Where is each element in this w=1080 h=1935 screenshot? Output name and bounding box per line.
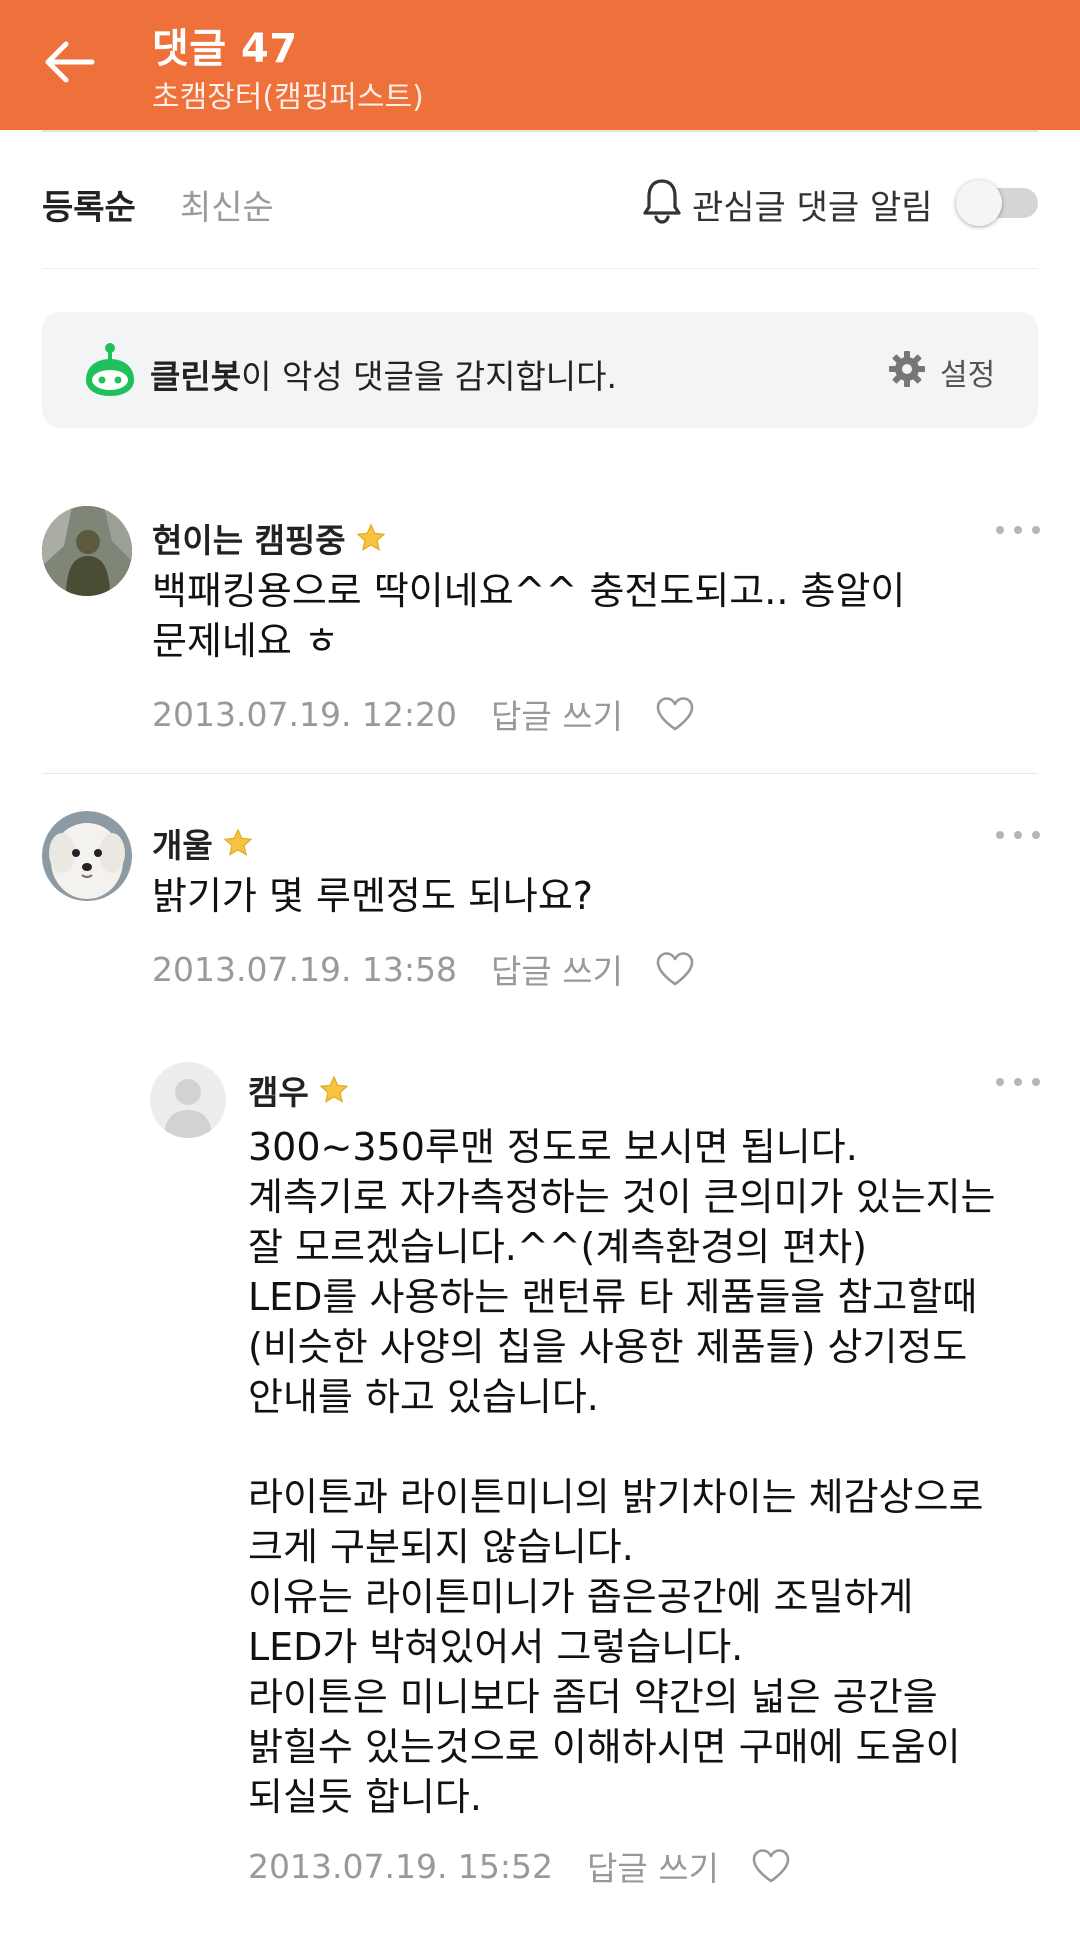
- avatar-dog-photo-icon: [42, 811, 132, 901]
- back-button[interactable]: [38, 30, 102, 94]
- avatar[interactable]: [150, 1062, 226, 1138]
- comment-author[interactable]: 캠우: [248, 1066, 349, 1114]
- gear-icon[interactable]: [888, 350, 926, 388]
- comment-meta: 2013.07.19. 12:20 답글 쓰기: [152, 690, 695, 738]
- comment-text: 백패킹용으로 딱이네요^^ 충전도되고.. 총알이 문제네요 ㅎ: [152, 569, 906, 663]
- sort-option-latest[interactable]: 최신순: [180, 180, 274, 229]
- star-icon: [356, 523, 386, 551]
- heart-icon[interactable]: [655, 696, 695, 732]
- comment-divider: [42, 773, 1038, 774]
- comment-item: 현이는 캠핑중 백패킹용으로 딱이네요^^ 충전도되고.. 총알이 문제네요 ㅎ…: [0, 500, 1080, 772]
- avatar-photo-icon: [42, 506, 132, 596]
- page-title: 댓글 47: [152, 26, 298, 72]
- more-options-icon[interactable]: [996, 1076, 1040, 1088]
- comment-alarm-toggle[interactable]: [956, 178, 1040, 226]
- author-name: 개울: [152, 826, 213, 865]
- cleanbot-settings-button[interactable]: 설정: [940, 350, 995, 394]
- cleanbot-name: 클린봇: [150, 357, 242, 396]
- comment-alarm-label: 관심글 댓글 알림: [692, 188, 933, 228]
- toggle-knob: [956, 180, 1002, 226]
- comment-text: 300~350루맨 정도로 보시면 됩니다. 계측기로 자가측정하는 것이 큰의…: [248, 1125, 996, 1819]
- star-icon: [223, 828, 253, 856]
- reply-button[interactable]: 답글 쓰기: [491, 690, 623, 738]
- heart-icon[interactable]: [655, 951, 695, 987]
- comment-author[interactable]: 개울: [152, 819, 253, 867]
- back-arrow-icon: [45, 41, 95, 83]
- avatar[interactable]: [42, 506, 132, 596]
- author-name: 현이는 캠핑중: [152, 521, 346, 560]
- comment-date: 2013.07.19. 15:52: [248, 1846, 554, 1886]
- comment-meta: 2013.07.19. 13:58 답글 쓰기: [152, 945, 695, 993]
- comment-date: 2013.07.19. 12:20: [152, 694, 458, 734]
- reply-comment-item: 캠우 300~350루맨 정도로 보시면 됩니다. 계측기로 자가측정하는 것이…: [0, 1058, 1080, 1928]
- reply-button[interactable]: 답글 쓰기: [587, 1842, 719, 1890]
- comment-text: 밝기가 몇 루멘정도 되나요?: [152, 874, 593, 918]
- cafe-name[interactable]: 초캠장터(캠핑퍼스트): [152, 72, 424, 116]
- comment-item: 개울 밝기가 몇 루멘정도 되나요? 2013.07.19. 13:58 답글 …: [0, 805, 1080, 1035]
- more-options-icon[interactable]: [996, 829, 1040, 841]
- app-header: 댓글 47 초캠장터(캠핑퍼스트): [0, 0, 1080, 130]
- header-divider: [42, 130, 1038, 132]
- cleanbot-message-text: 이 악성 댓글을 감지합니다.: [241, 357, 618, 396]
- reply-button[interactable]: 답글 쓰기: [491, 945, 623, 993]
- more-options-icon[interactable]: [996, 524, 1040, 536]
- bell-icon: [643, 179, 681, 224]
- cleanbot-banner: 클린봇이 악성 댓글을 감지합니다. 설정: [42, 312, 1038, 428]
- default-profile-icon: [150, 1062, 226, 1138]
- cleanbot-robot-icon: [86, 343, 134, 396]
- heart-icon[interactable]: [751, 1848, 791, 1884]
- comment-author[interactable]: 현이는 캠핑중: [152, 514, 386, 562]
- comment-meta: 2013.07.19. 15:52 답글 쓰기: [248, 1842, 791, 1890]
- avatar[interactable]: [42, 811, 132, 901]
- star-icon: [319, 1075, 349, 1103]
- author-name: 캠우: [248, 1073, 309, 1112]
- sort-bar: 등록순 최신순 관심글 댓글 알림: [0, 168, 1080, 238]
- sort-option-registered[interactable]: 등록순: [42, 180, 136, 229]
- comment-date: 2013.07.19. 13:58: [152, 949, 458, 989]
- sort-divider: [42, 268, 1038, 269]
- cleanbot-message: 클린봇이 악성 댓글을 감지합니다.: [150, 350, 617, 398]
